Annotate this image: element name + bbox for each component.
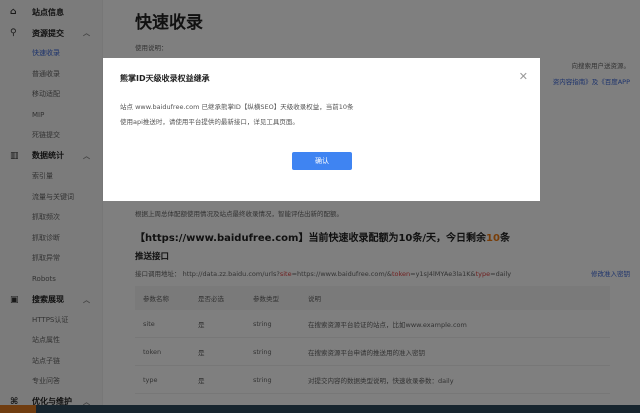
dialog-line-2: 使用api推送时，请使用平台提供的最新接口，详见工具页面。 (120, 118, 299, 126)
dialog-line-1: 站点 www.baidufree.com 已继承熊掌ID【纵横SEO】天级收录权… (120, 103, 354, 111)
confirm-button[interactable]: 确认 (292, 152, 352, 170)
inherit-dialog: 熊掌ID天级收录权益继承 ✕ 站点 www.baidufree.com 已继承熊… (103, 58, 540, 201)
dialog-title: 熊掌ID天级收录权益继承 (120, 74, 210, 83)
dialog-body: 站点 www.baidufree.com 已继承熊掌ID【纵横SEO】天级收录权… (120, 100, 354, 130)
close-icon[interactable]: ✕ (519, 70, 528, 83)
